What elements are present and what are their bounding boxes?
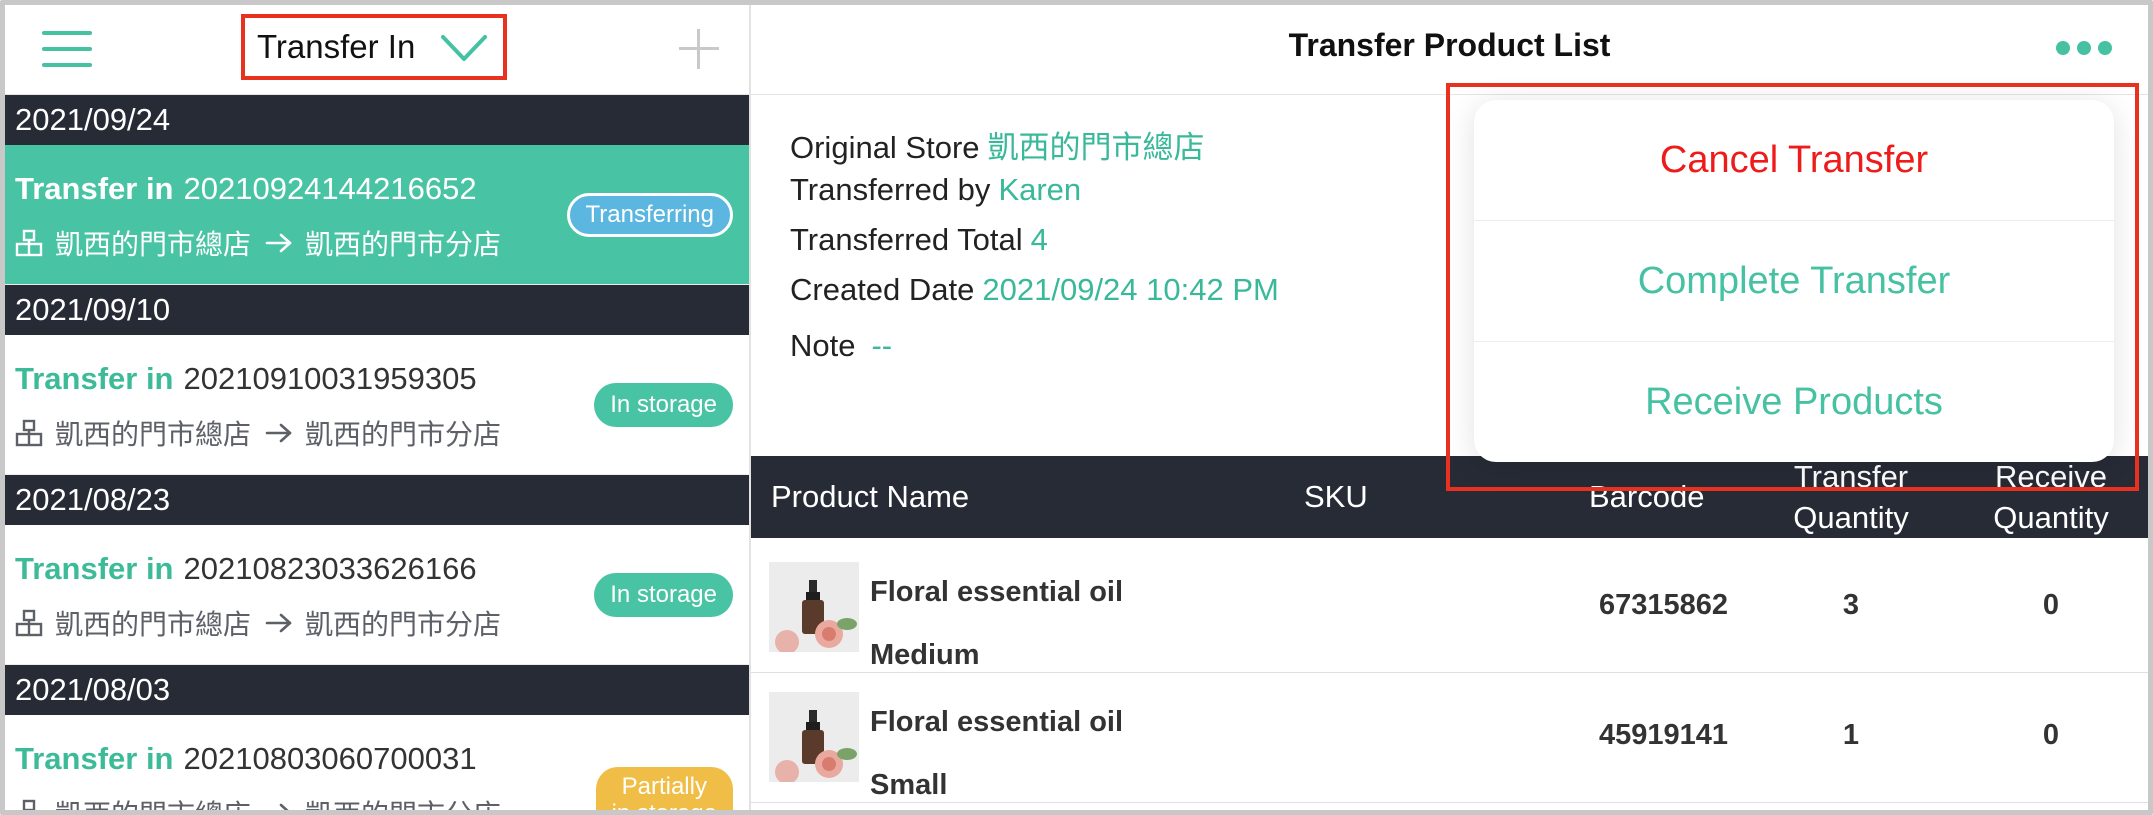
original-store-value: 凱西的門市總店 xyxy=(987,130,1205,165)
transfer-list-item[interactable]: Transfer in 20210803060700031 凱西的門市總店 凱西的… xyxy=(5,715,749,810)
status-badge: Partially in storage xyxy=(595,767,733,810)
transfer-route: 凱西的門市總店 凱西的門市分店 xyxy=(15,793,501,810)
route-from: 凱西的門市總店 xyxy=(55,419,252,450)
info-created-date: Created Date 2021/09/24 10:42 PM xyxy=(790,272,1279,307)
created-date-value: 2021/09/24 10:42 PM xyxy=(982,272,1279,307)
product-transfer-qty: 3 xyxy=(1842,589,1860,621)
product-name: Floral essential oil Medium xyxy=(870,561,1123,687)
date-section-header: 2021/08/03 xyxy=(5,665,749,715)
more-dots-icon[interactable] xyxy=(2056,41,2112,57)
transfer-type: Transfer in xyxy=(15,551,174,586)
route-to: 凱西的門市分店 xyxy=(305,419,502,450)
receive-products-button[interactable]: Receive Products xyxy=(1474,342,2114,463)
product-variant: Small xyxy=(870,769,948,801)
col-sku: SKU xyxy=(1304,479,1368,514)
product-barcode: 45919141 xyxy=(1598,719,1729,751)
transfer-title: Transfer in 20210823033626166 xyxy=(15,551,477,587)
table-row[interactable]: Floral essential oil Medium 67315862 3 0 xyxy=(751,543,2148,673)
transfer-type-dropdown[interactable]: Transfer In xyxy=(241,14,507,80)
transfer-route: 凱西的門市總店 凱西的門市分店 xyxy=(15,223,501,263)
transferred-total-value: 4 xyxy=(1030,222,1048,257)
transfer-list-item[interactable]: Transfer in 20210823033626166 凱西的門市總店 凱西的… xyxy=(5,525,749,665)
product-barcode: 67315862 xyxy=(1598,589,1729,621)
product-thumbnail xyxy=(769,562,859,652)
store-icon xyxy=(15,609,43,637)
complete-transfer-button[interactable]: Complete Transfer xyxy=(1474,221,2114,342)
date-section-header: 2021/08/23 xyxy=(5,475,749,525)
transfer-title: Transfer in 20210924144216652 xyxy=(15,171,477,207)
transfer-list-panel: Transfer In 2021/09/24 Transfer in 202109… xyxy=(5,5,749,810)
table-row[interactable]: Floral essential oil Small 45919141 1 0 xyxy=(751,673,2148,803)
status-badge: In storage xyxy=(594,573,733,617)
product-name: Floral essential oil Small xyxy=(870,691,1123,810)
chevron-down-icon xyxy=(441,35,487,61)
route-to: 凱西的門市分店 xyxy=(305,229,502,260)
route-from: 凱西的門市總店 xyxy=(55,229,252,260)
product-table-header: Product Name SKU Barcode Transfer Quantit… xyxy=(751,456,2148,538)
transfer-type: Transfer in xyxy=(15,171,174,206)
page-title: Transfer Product List xyxy=(1288,27,1611,63)
status-badge: Transferring xyxy=(566,193,733,237)
col-barcode: Barcode xyxy=(1589,479,1705,514)
product-receive-qty: 0 xyxy=(2042,589,2060,621)
transfer-type: Transfer in xyxy=(15,361,174,396)
note-value: -- xyxy=(871,328,893,363)
store-icon xyxy=(15,419,43,447)
col-receive-quantity: Receive Quantity xyxy=(1993,459,2109,535)
col-product-name: Product Name xyxy=(771,479,970,514)
transferred-by-value: Karen xyxy=(998,172,1082,207)
product-thumbnail xyxy=(769,692,859,782)
info-transferred-by: Transferred by Karen xyxy=(790,172,1082,207)
transfer-route: 凱西的門市總店 凱西的門市分店 xyxy=(15,413,501,453)
transfer-number: 20210910031959305 xyxy=(183,361,477,396)
transfer-type-label: Transfer In xyxy=(257,28,416,65)
transfer-number: 20210823033626166 xyxy=(183,551,477,586)
route-from: 凱西的門市總店 xyxy=(55,793,251,810)
transfer-list-item[interactable]: Transfer in 20210924144216652 凱西的門市總店 凱西的… xyxy=(5,145,749,285)
info-transferred-total: Transferred Total 4 xyxy=(790,222,1048,257)
arrow-right-icon xyxy=(279,803,289,810)
arrow-right-icon xyxy=(265,613,292,633)
detail-header: Transfer Product List xyxy=(751,5,2148,95)
arrow-right-icon xyxy=(265,423,292,443)
status-badge: In storage xyxy=(594,383,733,427)
transfer-number: 20210803060700031 xyxy=(183,741,477,776)
cancel-transfer-button[interactable]: Cancel Transfer xyxy=(1474,100,2114,221)
route-to: 凱西的門市分店 xyxy=(305,793,501,810)
list-header: Transfer In xyxy=(5,5,749,95)
transfer-type: Transfer in xyxy=(15,741,174,776)
col-transfer-quantity: Transfer Quantity xyxy=(1793,459,1909,535)
info-note: Note -- xyxy=(790,328,893,363)
arrow-right-icon xyxy=(265,233,292,253)
route-to: 凱西的門市分店 xyxy=(305,609,502,640)
transfer-title: Transfer in 20210803060700031 xyxy=(15,741,477,777)
info-original-store: Original Store 凱西的門市總店 xyxy=(790,130,1205,165)
transfer-route: 凱西的門市總店 凱西的門市分店 xyxy=(15,603,501,643)
hamburger-icon[interactable] xyxy=(42,29,92,69)
date-section-header: 2021/09/24 xyxy=(5,95,749,145)
store-icon xyxy=(15,229,43,257)
transfer-title: Transfer in 20210910031959305 xyxy=(15,361,477,397)
store-icon xyxy=(22,799,36,810)
transfer-info: Original Store 凱西的門市總店 Transferred by Kare… xyxy=(790,122,1279,378)
status-line-2: in storage xyxy=(612,800,717,810)
route-from: 凱西的門市總店 xyxy=(55,609,252,640)
transfer-number: 20210924144216652 xyxy=(183,171,477,206)
product-receive-qty: 0 xyxy=(2042,719,2060,751)
plus-icon[interactable] xyxy=(679,29,719,69)
actions-menu: Cancel Transfer Complete Transfer Receiv… xyxy=(1474,100,2114,462)
transfer-list-item[interactable]: Transfer in 20210910031959305 凱西的門市總店 凱西的… xyxy=(5,335,749,475)
date-section-header: 2021/09/10 xyxy=(5,285,749,335)
status-line-1: Partially xyxy=(621,773,707,800)
product-transfer-qty: 1 xyxy=(1842,719,1860,751)
